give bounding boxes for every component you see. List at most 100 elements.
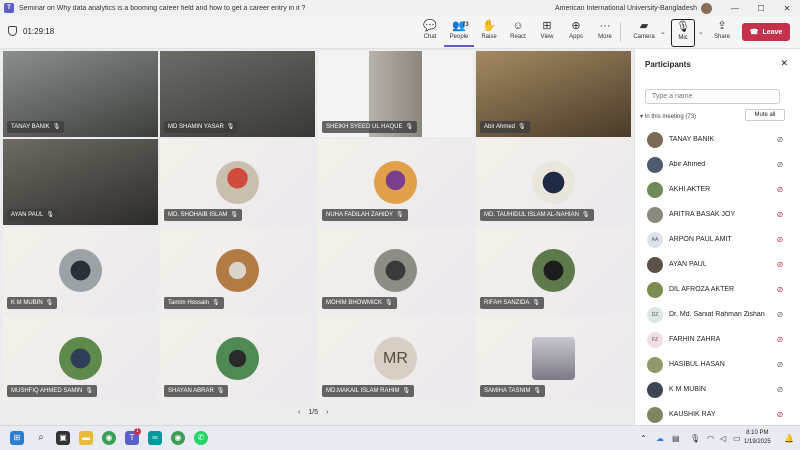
list-item[interactable]: K M MUBIN ⊘ (635, 377, 800, 402)
tile-nameplate: AYAN PAUL 🎙 (7, 209, 58, 221)
avatar (374, 249, 417, 292)
list-item[interactable]: TANAY BANIK ⊘ (635, 127, 800, 152)
video-tile[interactable]: Abir Ahmed 🎙 (476, 51, 631, 137)
participant-name: AKHI AKTER (669, 186, 711, 193)
mic-off-icon: 🎙 (226, 124, 235, 130)
raise-hand-button[interactable]: ✋ Raise (474, 19, 504, 47)
avatar-initials: MR (374, 337, 417, 380)
raise-label: Raise (481, 34, 497, 40)
list-item[interactable]: KAUSHIK RAY ⊘ (635, 402, 800, 427)
more-button[interactable]: ··· More (590, 19, 620, 47)
leave-button[interactable]: ☎ Leave (742, 23, 790, 41)
chevron-up-icon[interactable]: ⌃ (640, 434, 647, 443)
list-item[interactable]: AA ARPON PAUL AMIT ⊘ (635, 227, 800, 252)
avatar-initials: DZ (647, 306, 663, 323)
list-item[interactable]: Abir Ahmed ⊘ (635, 152, 800, 177)
battery-icon[interactable]: ▭ (733, 434, 741, 443)
video-tile[interactable]: SHEIKH SYEED UL HAQUE 🎙 (318, 51, 473, 137)
participant-tile[interactable]: Tamim Hossain 🎙 (160, 227, 315, 313)
participant-tile[interactable]: MR MD.MAKAIL ISLAM RAHIM 🎙 (318, 315, 473, 401)
arduino-icon[interactable]: ∞ (148, 431, 162, 445)
avatar (647, 256, 663, 273)
list-item[interactable]: HASIBUL HASAN ⊘ (635, 352, 800, 377)
list-item[interactable]: DZ Dr. Md. Saniat Rahman Zishan ⊘ (635, 302, 800, 327)
close-window-button[interactable]: ✕ (774, 4, 800, 13)
system-clock[interactable]: 8:10 PM 1/19/2025 (744, 429, 771, 447)
participant-name: DIL AFROZA AKTER (669, 286, 735, 293)
window-title: Seminar on Why data analytics is a boomi… (19, 4, 306, 12)
participant-name: Dr. Md. Saniat Rahman Zishan (669, 311, 765, 318)
more-options-icon[interactable]: ··· (538, 302, 545, 309)
teams-tray-icon[interactable]: ▤ (672, 434, 680, 443)
phone-icon: ☎ (749, 29, 759, 36)
notifications-bell-icon[interactable]: 🔔 (784, 434, 794, 443)
participant-list: TANAY BANIK ⊘ Abir Ahmed ⊘ AKHI AKTER ⊘ … (635, 127, 800, 427)
onedrive-icon[interactable]: ☁ (656, 434, 664, 443)
mic-off-icon: 🎙 (216, 388, 225, 394)
tile-name: Tamim Hossain (168, 300, 210, 306)
mic-button[interactable]: 🎙 Mic (671, 19, 695, 47)
windows-start-icon[interactable]: ⊞ (10, 431, 24, 445)
view-button[interactable]: ⊞ View (532, 19, 562, 47)
maximize-button[interactable]: ☐ (748, 4, 774, 13)
participant-tile[interactable]: MD. SHOHAIB ISLAM 🎙 (160, 139, 315, 225)
share-button[interactable]: ⇪ Share (707, 19, 737, 47)
list-item[interactable]: ARITRA BASAK JOY ⊘ (635, 202, 800, 227)
close-icon[interactable]: ✕ (780, 58, 788, 69)
participant-tile[interactable]: SHAYAN ABRAR 🎙 (160, 315, 315, 401)
search-icon[interactable]: ⌕ (34, 431, 48, 445)
speaker-icon[interactable]: ◁ (720, 434, 726, 443)
minimize-button[interactable]: — (722, 4, 748, 13)
account-avatar[interactable] (701, 2, 712, 14)
react-button[interactable]: ☺ React (503, 19, 533, 47)
prev-page-button[interactable]: ‹ (298, 409, 300, 416)
react-label: React (510, 34, 526, 40)
video-tile[interactable]: TANAY BANIK 🎙 (3, 51, 158, 137)
mic-tray-icon[interactable]: 🎙 (690, 434, 700, 443)
share-icon: ⇪ (717, 20, 727, 32)
mic-off-icon: 🎙 (396, 212, 404, 218)
list-item[interactable]: AKHI AKTER ⊘ (635, 177, 800, 202)
tile-nameplate: Tamim Hossain 🎙 (164, 297, 224, 309)
apps-icon: ⊕ (571, 20, 581, 32)
apps-button[interactable]: ⊕ Apps (561, 19, 591, 47)
list-item[interactable]: FZ FARHIN ZAHRA ⊘ (635, 327, 800, 352)
video-grid: TANAY BANIK 🎙 MD SHAMIN YASAR 🎙 SHEIKH SYE… (0, 49, 634, 425)
participant-tile[interactable]: NUHA FADILAH ZAHIDY 🎙 (318, 139, 473, 225)
in-meeting-header[interactable]: ▾ In this meeting (73) (640, 113, 696, 120)
list-item[interactable]: AYAN PAUL ⊘ (635, 252, 800, 277)
video-tile[interactable]: AYAN PAUL 🎙 (3, 139, 158, 225)
chat-button[interactable]: 💬 Chat (415, 19, 445, 47)
participant-name: FARHIN ZAHRA (669, 336, 721, 343)
camera-options-chevron-icon[interactable]: ⌄ (660, 28, 666, 36)
mic-off-icon: ⊘ (776, 410, 784, 419)
chrome-profile-icon[interactable]: ◉ (171, 431, 185, 445)
participant-name: KAUSHIK RAY (669, 411, 716, 418)
participant-tile[interactable]: MOHIM BHOWMICK 🎙 (318, 227, 473, 313)
tile-nameplate: K M MUBIN 🎙 (7, 297, 58, 309)
participant-tile[interactable]: K M MUBIN 🎙 (3, 227, 158, 313)
next-page-button[interactable]: › (326, 409, 328, 416)
chrome-icon[interactable]: ◉ (102, 431, 116, 445)
mic-options-chevron-icon[interactable]: ⌄ (698, 28, 704, 36)
search-participants-input[interactable] (645, 89, 780, 104)
task-view-icon[interactable]: ▣ (56, 431, 70, 445)
file-explorer-icon[interactable]: ▬ (79, 431, 93, 445)
participant-tile[interactable]: MUSHFIQ AHMED SAMIN 🎙 (3, 315, 158, 401)
people-button[interactable]: 👥 73 People (444, 19, 474, 47)
avatar (647, 181, 663, 198)
participant-tile[interactable]: RIFAH SANZIDA 🎙 ··· (476, 227, 631, 313)
tile-nameplate: SAMIHA TASNIM 🎙 (480, 385, 546, 397)
mic-off-icon: 🎙 (85, 388, 93, 394)
participant-tile[interactable]: SAMIHA TASNIM 🎙 (476, 315, 631, 401)
participant-tile[interactable]: MD. TAUHIDUL ISLAM AL-NAHIAN 🎙 (476, 139, 631, 225)
mute-all-button[interactable]: Mute all (745, 109, 785, 121)
camera-button[interactable]: ▰ Camera (629, 19, 659, 47)
tile-nameplate: SHAYAN ABRAR 🎙 (164, 385, 229, 397)
wifi-icon[interactable]: ◠ (707, 434, 714, 443)
tile-name: MUSHFIQ AHMED SAMIN (11, 388, 83, 394)
list-item[interactable]: DIL AFROZA AKTER ⊘ (635, 277, 800, 302)
whatsapp-icon[interactable]: ✆ (194, 431, 208, 445)
mic-off-icon: ⊘ (776, 160, 784, 169)
video-tile[interactable]: MD SHAMIN YASAR 🎙 (160, 51, 315, 137)
